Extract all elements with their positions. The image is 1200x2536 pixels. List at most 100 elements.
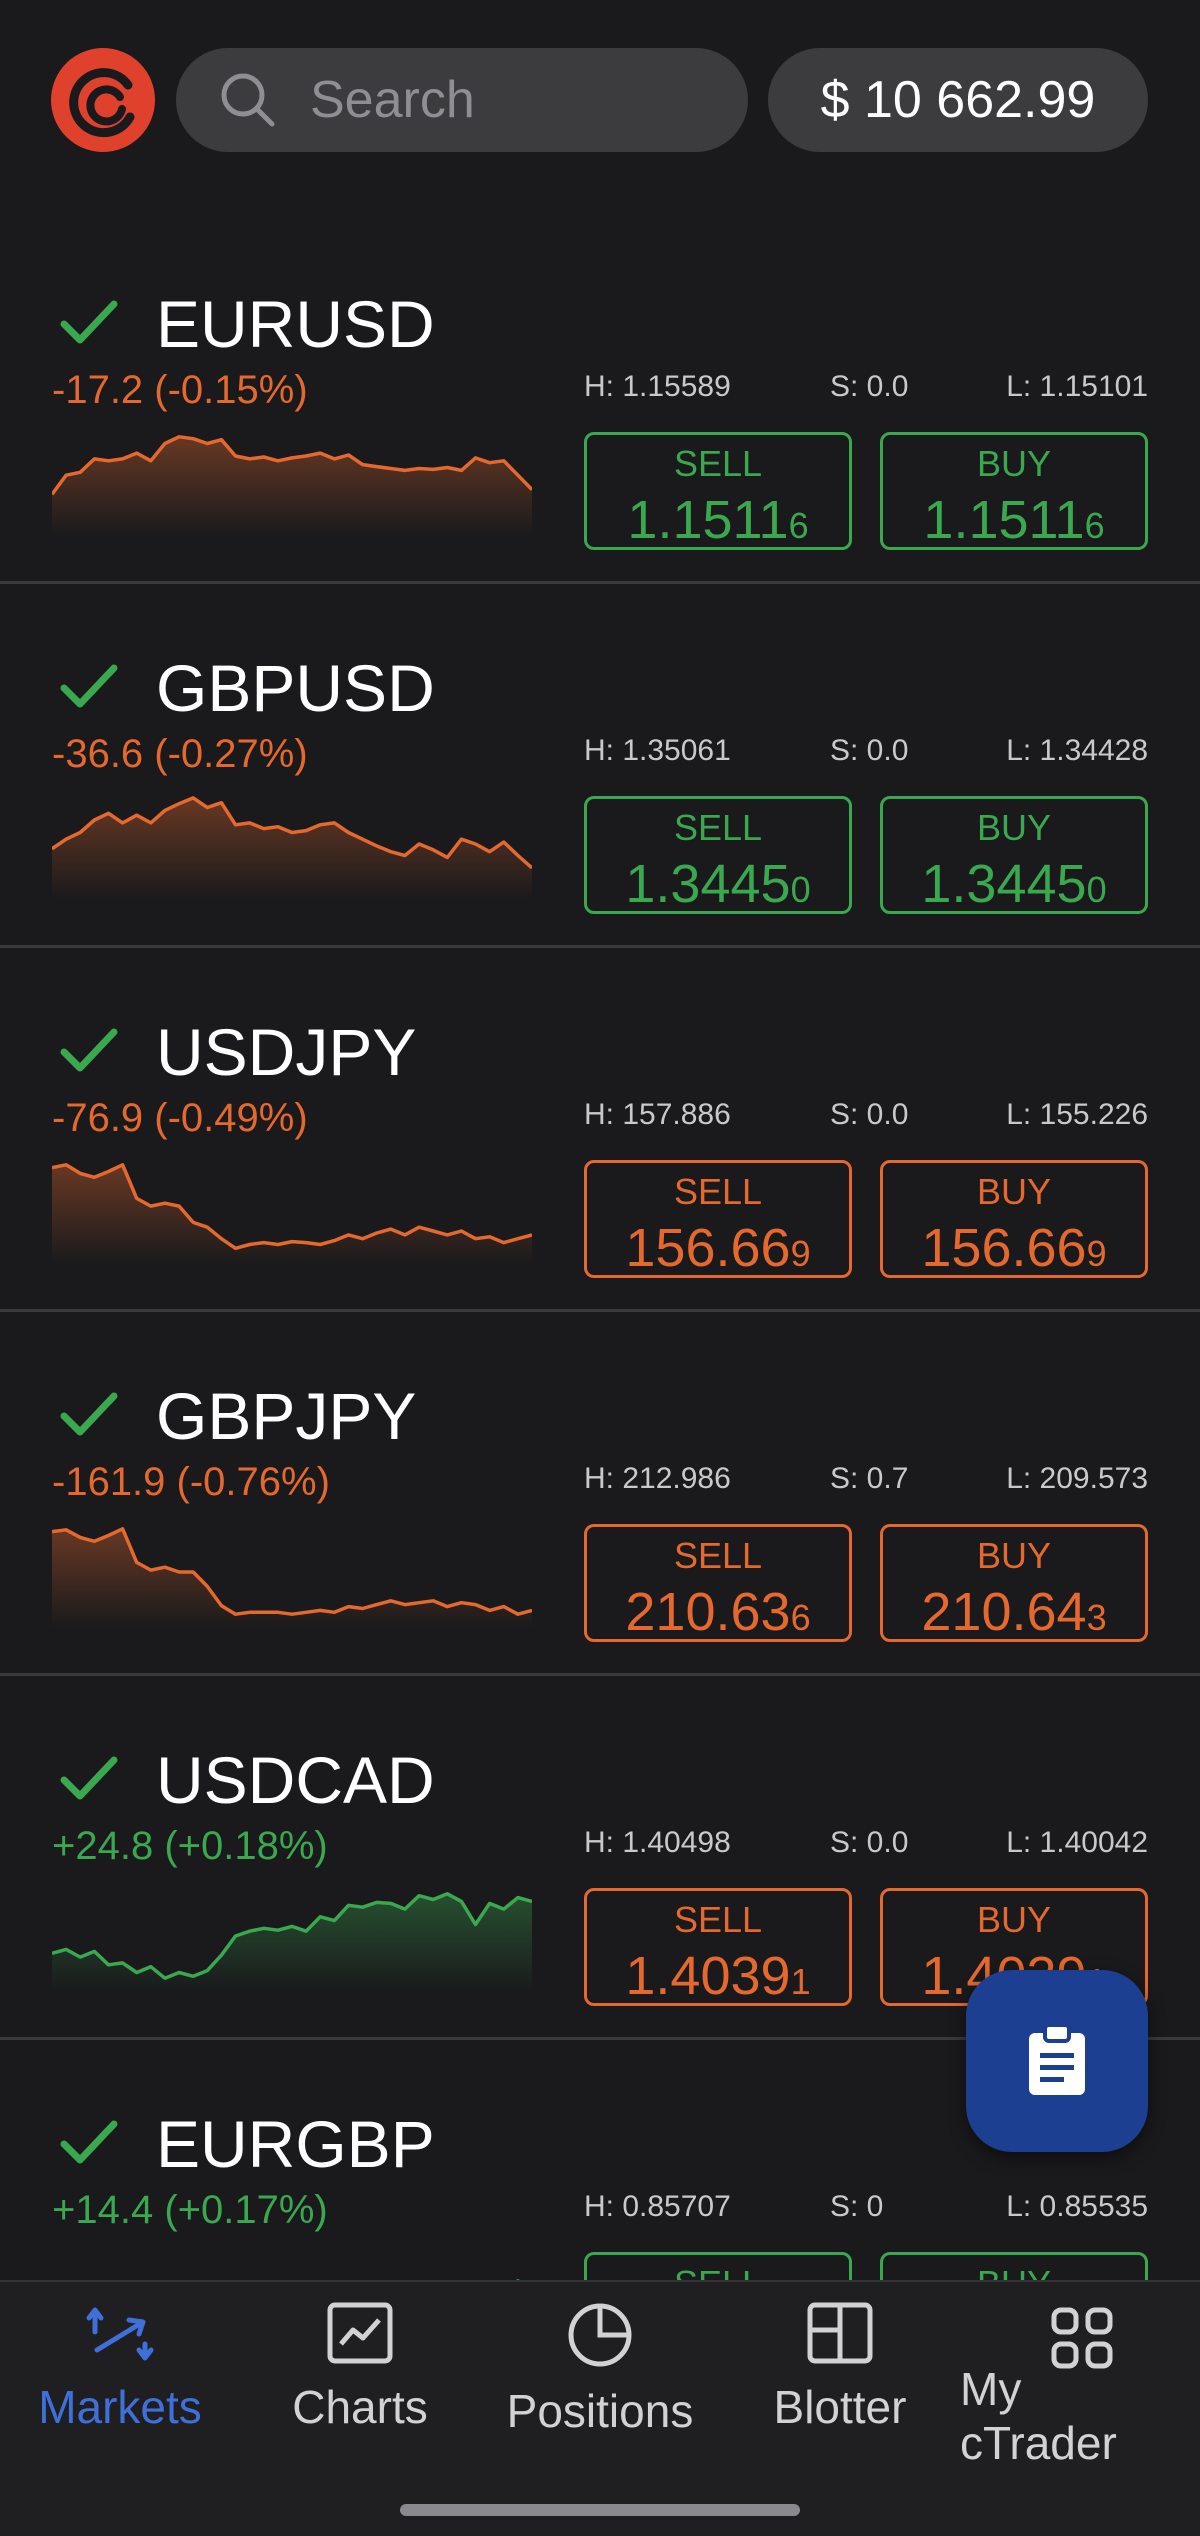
instrument-symbol: EURGBP [156, 2107, 435, 2181]
instrument-change: -36.6 (-0.27%) [52, 732, 308, 776]
check-icon [60, 1756, 118, 1800]
markets-arrows-icon [86, 2307, 154, 2361]
high-price: H: 157.886 [584, 1098, 731, 1131]
tab-blotter[interactable]: Blotter [740, 2302, 940, 2502]
buy-price-pip: 3 [1086, 1597, 1107, 1638]
sell-price-pip: 6 [788, 505, 809, 546]
search-bar[interactable] [176, 48, 748, 152]
clipboard-icon [1029, 2023, 1085, 2095]
sell-button[interactable]: SELL 1.40391 [584, 1888, 852, 2006]
sparkline-area [52, 797, 532, 900]
instrument-row[interactable]: GBPJPY -161.9 (-0.76%) H: 212.986 S: 0.7… [0, 1312, 1200, 1676]
sparkline-chart [52, 1892, 532, 1992]
buy-price: 1.34450 [883, 853, 1145, 915]
buy-price: 156.669 [883, 1217, 1145, 1279]
sell-button[interactable]: SELL 156.669 [584, 1160, 852, 1278]
sparkline-area [52, 1893, 532, 1992]
check-icon [60, 2120, 118, 2164]
sell-price: 1.40391 [587, 1945, 849, 2007]
sell-button[interactable]: SELL [584, 2252, 852, 2280]
buy-price: 210.643 [883, 1581, 1145, 1643]
tab-charts-label: Charts [292, 2381, 428, 2433]
tab-my-ctrader-line2: cTrader [960, 2417, 1117, 2469]
buy-label: BUY [976, 1171, 1052, 1212]
buy-price-pip: 0 [1086, 869, 1107, 910]
sparkline-chart [52, 1527, 532, 1628]
instrument-change: -17.2 (-0.15%) [52, 368, 308, 412]
buy-price-main: 156.66 [921, 1218, 1087, 1278]
instrument-row[interactable]: EURUSD -17.2 (-0.15%) H: 1.15589 S: 0.0 … [0, 220, 1200, 584]
tab-markets[interactable]: Markets [20, 2302, 220, 2502]
sell-price-main: 156.66 [625, 1218, 791, 1278]
sell-price-pip: 6 [790, 1597, 811, 1638]
buy-price-main: 1.3445 [921, 854, 1087, 914]
sell-button[interactable]: SELL 210.636 [584, 1524, 852, 1642]
buy-button[interactable]: BUY 156.669 [880, 1160, 1148, 1278]
high-price: H: 212.986 [584, 1462, 731, 1495]
sparkline-chart [52, 435, 532, 536]
tab-charts[interactable]: Charts [260, 2302, 460, 2502]
instrument-row[interactable]: USDJPY -76.9 (-0.49%) H: 157.886 S: 0.0 … [0, 948, 1200, 1312]
check-icon [60, 300, 118, 344]
instrument-symbol: USDJPY [156, 1015, 417, 1089]
sell-label: SELL [673, 1535, 763, 1576]
low-price: L: 1.15101 [1006, 370, 1148, 403]
balance-pill[interactable]: $ 10 662.99 [768, 48, 1148, 152]
low-price: L: 1.34428 [1006, 734, 1148, 767]
buy-price-pip: 9 [1086, 1233, 1107, 1274]
tab-positions-label: Positions [506, 2385, 694, 2437]
tab-my-ctrader-label: My cTrader [960, 2362, 1117, 2470]
tab-my-ctrader-line1: My [960, 2363, 1022, 2415]
buy-button[interactable]: BUY 1.34450 [880, 796, 1148, 914]
buy-price-main: 1.1511 [923, 490, 1085, 550]
low-price: L: 155.226 [1006, 1098, 1148, 1131]
ctrader-logo-icon[interactable] [50, 47, 156, 153]
top-bar: $ 10 662.99 [0, 0, 1200, 210]
check-icon [60, 664, 118, 708]
search-icon [221, 73, 275, 127]
spread-value: S: 0.0 [830, 370, 909, 403]
sell-button[interactable]: SELL 1.34450 [584, 796, 852, 914]
spread-value: S: 0.7 [830, 1462, 909, 1495]
sell-label: SELL [673, 1899, 763, 1940]
high-price: H: 1.35061 [584, 734, 731, 767]
buy-label: BUY [976, 807, 1052, 848]
instrument-change: +24.8 (+0.18%) [52, 1824, 328, 1868]
sparkline-chart [52, 796, 532, 900]
search-input[interactable] [310, 70, 730, 130]
spread-value: S: 0.0 [830, 1826, 909, 1859]
bottom-tab-bar: Markets Charts Positions Blotter My cTra… [0, 2280, 1200, 2536]
instrument-change: -76.9 (-0.49%) [52, 1096, 308, 1140]
spread-value: S: 0 [830, 2190, 884, 2223]
buy-price-pip: 6 [1084, 505, 1105, 546]
buy-button[interactable]: BUY 1.15116 [880, 432, 1148, 550]
instrument-change: -161.9 (-0.76%) [52, 1460, 330, 1504]
sparkline-chart [52, 1163, 532, 1264]
tab-positions[interactable]: Positions [490, 2302, 710, 2502]
buy-label: BUY [976, 1899, 1052, 1940]
low-price: L: 1.40042 [1006, 1826, 1148, 1859]
sell-price: 1.15116 [587, 489, 849, 551]
sell-label: SELL [587, 2263, 849, 2280]
sell-price: 156.669 [587, 1217, 849, 1279]
check-icon [60, 1392, 118, 1436]
sell-price-pip: 1 [790, 1961, 811, 2002]
instrument-row[interactable]: GBPUSD -36.6 (-0.27%) H: 1.35061 S: 0.0 … [0, 584, 1200, 948]
sell-label: SELL [673, 443, 763, 484]
sparkline-area [52, 436, 532, 536]
sell-button[interactable]: SELL 1.15116 [584, 432, 852, 550]
sell-label: SELL [673, 1171, 763, 1212]
high-price: H: 0.85707 [584, 2190, 731, 2223]
check-icon [60, 1028, 118, 1072]
tab-my-ctrader[interactable]: My cTrader [958, 2302, 1168, 2502]
low-price: L: 0.85535 [1006, 2190, 1148, 2223]
instrument-symbol: EURUSD [156, 287, 435, 361]
buy-button[interactable]: BUY [880, 2252, 1148, 2280]
buy-button[interactable]: BUY 210.643 [880, 1524, 1148, 1642]
sell-price-pip: 0 [790, 869, 811, 910]
order-ticket-fab[interactable] [966, 1970, 1148, 2152]
low-price: L: 209.573 [1006, 1462, 1148, 1495]
buy-label: BUY [976, 443, 1052, 484]
spread-value: S: 0.0 [830, 734, 909, 767]
sell-price-main: 1.1511 [627, 490, 789, 550]
